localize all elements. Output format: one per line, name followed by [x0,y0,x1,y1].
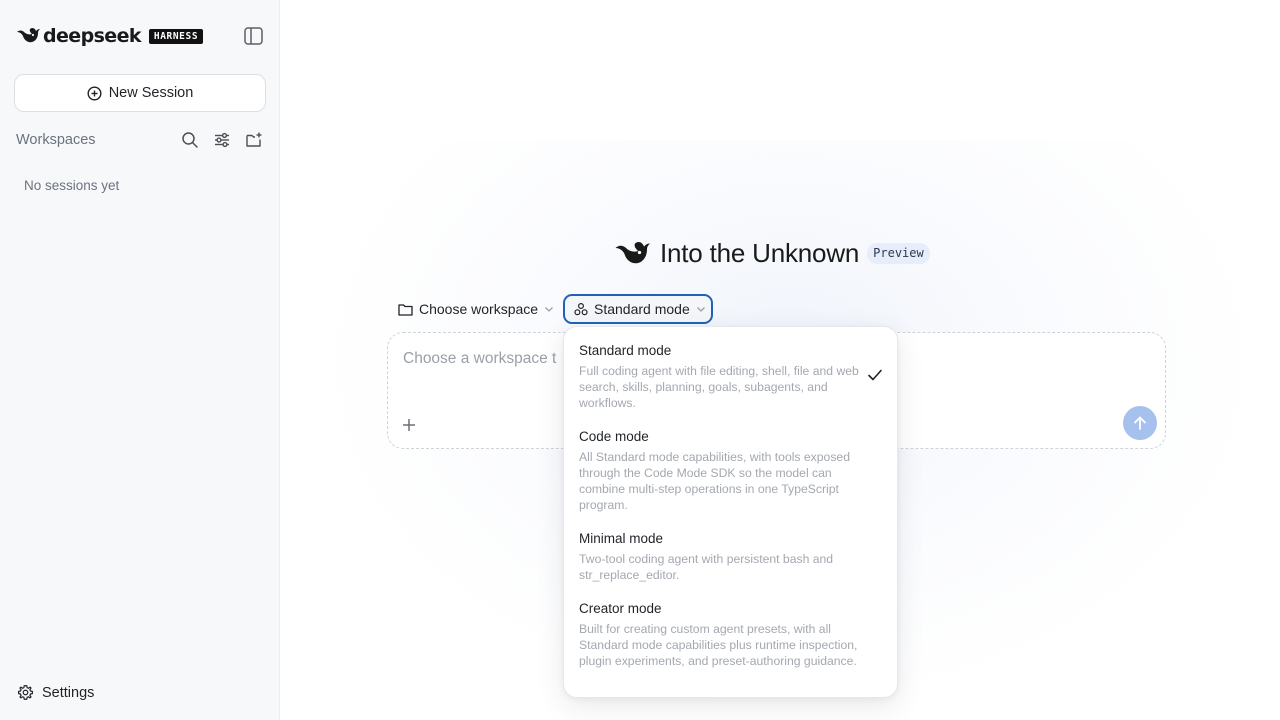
settings-label: Settings [42,684,95,701]
brand-badge: HARNESS [148,28,204,44]
send-button[interactable] [1123,406,1157,440]
brand-name: deepseek [43,25,142,47]
check-icon [868,369,882,381]
mode-icon [574,302,588,316]
chevron-down-icon [545,306,554,312]
mode-option-description: Two-tool coding agent with persistent ba… [579,552,834,582]
mode-dropdown-menu: Standard mode Full coding agent with fil… [563,326,898,698]
hero-header: Into the Unknown Preview [614,238,930,269]
search-icon[interactable] [181,131,199,149]
hero-title: Into the Unknown [660,238,860,268]
brand: deepseek HARNESS [16,25,204,47]
plus-circle-icon [87,85,102,101]
sidebar-toggle-icon[interactable] [244,27,263,45]
plus-icon[interactable] [401,417,417,433]
mode-option-description: Built for creating custom agent presets,… [579,622,858,668]
settings-button[interactable]: Settings [17,684,94,701]
mode-option-title: Standard mode [579,343,672,358]
workspace-selector[interactable]: Choose workspace [398,299,554,319]
mode-option-creator[interactable]: Creator mode Built for creating custom a… [579,601,859,669]
mode-option-description: All Standard mode capabilities, with too… [579,450,850,512]
mode-option-title: Code mode [579,429,649,444]
composer-placeholder: Choose a workspace t [403,350,557,367]
mode-option-description: Full coding agent with file editing, she… [579,364,859,410]
whale-logo-icon [615,241,650,263]
whale-logo-icon [17,27,40,43]
preview-badge: Preview [867,243,930,264]
workspace-selector-label: Choose workspace [419,301,539,317]
mode-option-title: Minimal mode [579,531,664,546]
mode-option-title: Creator mode [579,601,662,616]
mode-option-standard[interactable]: Standard mode Full coding agent with fil… [579,343,859,411]
folder-icon [398,303,413,316]
mode-option-code[interactable]: Code mode All Standard mode capabilities… [579,429,859,513]
workspaces-heading: Workspaces [16,132,96,148]
arrow-up-icon [1134,416,1146,430]
mode-selector-label: Standard mode [594,301,690,317]
folder-plus-icon[interactable] [245,131,263,149]
new-session-label: New Session [108,85,194,101]
gear-icon [18,685,33,700]
mode-selector[interactable]: Standard mode [563,294,713,324]
empty-sessions-text: No sessions yet [24,178,120,193]
sliders-icon[interactable] [213,131,231,149]
sidebar: deepseek HARNESS New Session Workspaces … [0,0,280,720]
chevron-down-icon [696,306,705,312]
new-session-button[interactable]: New Session [14,74,266,112]
mode-option-minimal[interactable]: Minimal mode Two-tool coding agent with … [579,531,859,583]
